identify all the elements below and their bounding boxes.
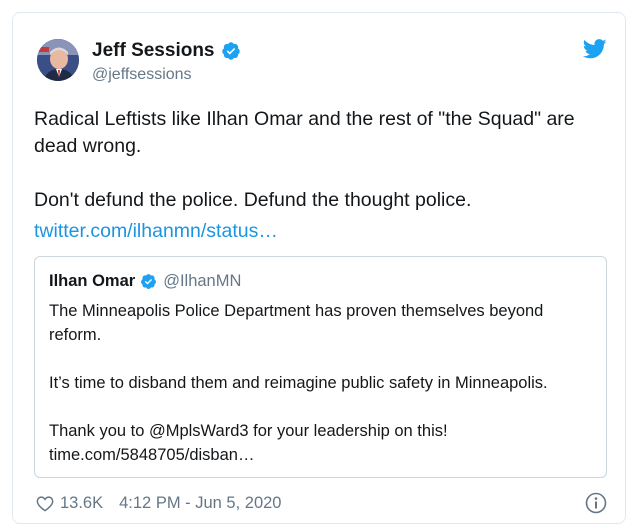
heart-icon[interactable] [36, 495, 54, 512]
tweet-card: Jeff Sessions @jeffsessions Radical Left… [12, 12, 626, 524]
tweet-link[interactable]: twitter.com/ilhanmn/status… [34, 218, 278, 245]
verified-badge-icon [221, 42, 240, 60]
quoted-paragraph: Thank you to @MplsWard3 for your leaders… [49, 422, 448, 464]
tweet-footer: 13.6K 4:12 PM - Jun 5, 2020 [36, 491, 281, 515]
tweet-text: Radical Leftists like Ilhan Omar and the… [34, 108, 575, 211]
tweet-timestamp[interactable]: 4:12 PM - Jun 5, 2020 [119, 494, 281, 513]
avatar[interactable] [37, 39, 79, 81]
author-name-text[interactable]: Jeff Sessions [92, 39, 215, 63]
quoted-header: Ilhan Omar @IlhanMN [49, 271, 241, 291]
quoted-author-handle[interactable]: @IlhanMN [163, 271, 241, 291]
quoted-paragraph: The Minneapolis Police Department has pr… [49, 302, 544, 344]
info-icon[interactable] [585, 492, 607, 514]
verified-badge-icon [141, 273, 157, 289]
quoted-paragraph: It’s time to disband them and reimagine … [49, 374, 548, 392]
twitter-bird-icon[interactable] [583, 39, 607, 59]
quoted-tweet[interactable]: Ilhan Omar @IlhanMN The Minneapolis Poli… [34, 256, 607, 478]
like-count[interactable]: 13.6K [60, 494, 103, 513]
author-name[interactable]: Jeff Sessions [92, 39, 241, 63]
quoted-author-name[interactable]: Ilhan Omar [49, 271, 135, 291]
author-handle[interactable]: @jeffsessions [92, 65, 192, 85]
quoted-text: The Minneapolis Police Department has pr… [49, 299, 594, 467]
